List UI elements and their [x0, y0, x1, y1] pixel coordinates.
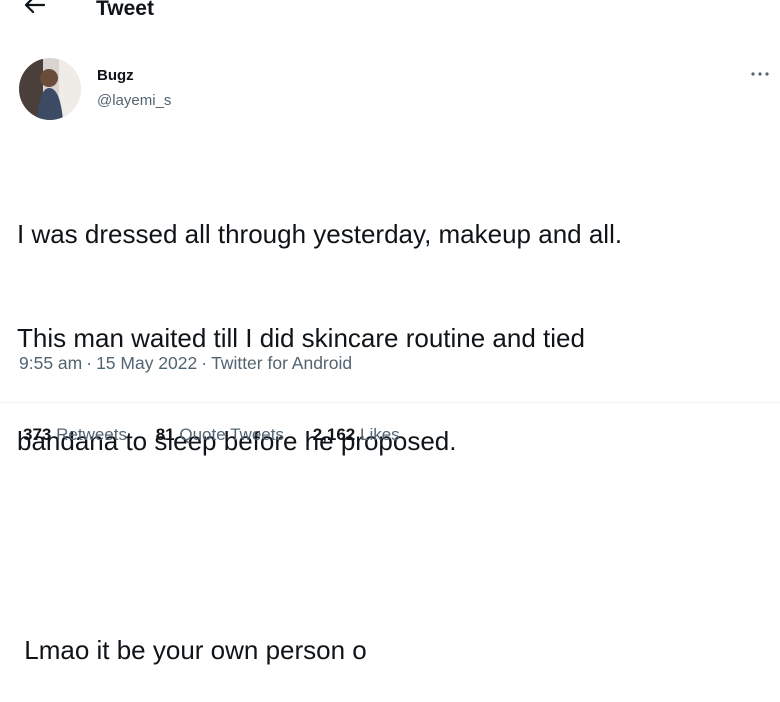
more-horizontal-icon [751, 72, 769, 76]
page-title: Tweet [96, 0, 154, 20]
author-display-name[interactable]: Bugz [97, 67, 134, 85]
arrow-left-icon [24, 0, 46, 14]
retweets-stat[interactable]: 373 Retweets [23, 424, 127, 446]
tweet-line: I was dressed all through yesterday, mak… [17, 219, 623, 249]
tweet-date[interactable]: 15 May 2022 [96, 353, 197, 373]
more-options-button[interactable] [748, 62, 772, 86]
divider [0, 402, 780, 403]
tweet-line: Lmao it be your own person o [17, 634, 367, 665]
retweets-label: Retweets [56, 425, 127, 444]
avatar-image [19, 58, 81, 120]
quotes-label: Quote Tweets [179, 425, 284, 444]
meta-separator: · [86, 353, 93, 373]
meta-separator: · [201, 353, 208, 373]
tweet-meta: 9:55 am · 15 May 2022 · Twitter for Android [19, 352, 352, 374]
retweets-count: 373 [23, 425, 52, 444]
tweet-stats: 373 Retweets 81 Quote Tweets 2,162 Likes [23, 424, 424, 446]
avatar[interactable] [19, 58, 81, 120]
top-bar: Tweet [0, 0, 780, 30]
tweet-time[interactable]: 9:55 am [19, 353, 82, 373]
likes-count: 2,162 [312, 425, 356, 444]
tweet-line: This man waited till I did skincare rout… [17, 322, 585, 353]
quotes-count: 81 [155, 425, 175, 444]
tweet-source[interactable]: Twitter for Android [211, 353, 352, 373]
likes-stat[interactable]: 2,162 Likes [313, 424, 400, 446]
back-button[interactable] [20, 0, 50, 22]
author-handle[interactable]: @layemi_s [97, 92, 171, 110]
quote-tweets-stat[interactable]: 81 Quote Tweets [156, 424, 284, 446]
likes-label: Likes [359, 425, 400, 444]
